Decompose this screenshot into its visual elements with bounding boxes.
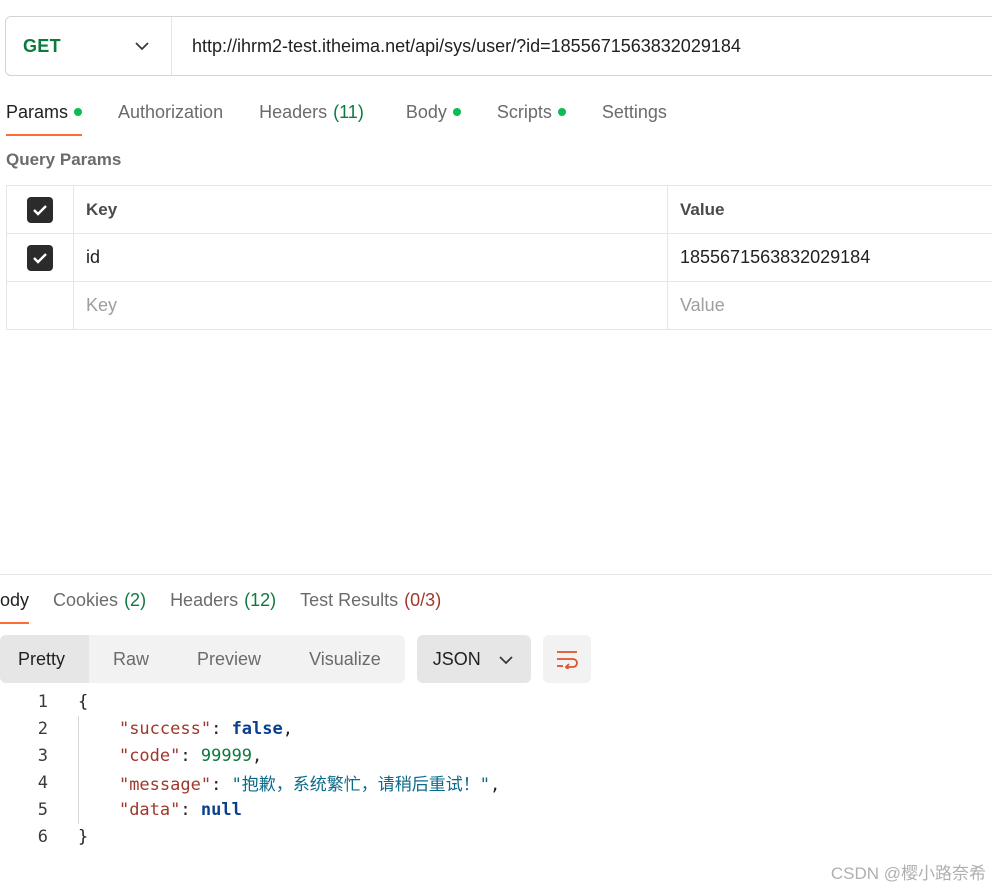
tab-response-body[interactable]: Body bbox=[0, 584, 30, 624]
tab-count: (2) bbox=[124, 590, 147, 610]
wrap-lines-button[interactable] bbox=[542, 635, 591, 683]
code-text: { bbox=[48, 692, 88, 712]
line-number: 6 bbox=[37, 826, 48, 847]
json-value: "抱歉，系统繁忙，请稍后重试！" bbox=[231, 775, 491, 795]
empty-checkbox-cell bbox=[6, 281, 74, 330]
code-line: 2 "success": false, bbox=[0, 715, 992, 742]
tab-label: Params bbox=[6, 102, 69, 122]
json-brace: { bbox=[78, 691, 89, 712]
query-params-table: Key Value id 1855671563832029184 Key Val… bbox=[6, 185, 992, 330]
code-line: 1 { bbox=[0, 688, 992, 715]
tab-cookies[interactable]: Cookies (2) bbox=[53, 584, 146, 624]
code-line: 3 "code": 99999, bbox=[0, 742, 992, 769]
format-select[interactable]: JSON bbox=[416, 635, 531, 683]
status-dot-icon bbox=[452, 108, 461, 116]
code-text: "success": false, bbox=[118, 718, 293, 739]
code-line: 5 "data": null bbox=[0, 796, 992, 823]
tab-body[interactable]: Body bbox=[406, 96, 461, 136]
response-view-bar: Pretty Raw Preview Visualize JSON bbox=[0, 635, 591, 683]
tab-settings[interactable]: Settings bbox=[602, 96, 667, 136]
response-tabs: Body Cookies (2) Headers (12) Test Resul… bbox=[0, 584, 465, 624]
tab-count: (0/3) bbox=[404, 590, 442, 610]
tab-count: (12) bbox=[244, 590, 277, 610]
json-value: false bbox=[231, 718, 283, 739]
view-preview[interactable]: Preview bbox=[173, 635, 285, 683]
table-row-empty: Key Value bbox=[6, 281, 992, 330]
indent-guide bbox=[78, 716, 79, 824]
status-dot-icon bbox=[74, 108, 83, 116]
tab-label: Settings bbox=[601, 102, 667, 122]
tab-authorization[interactable]: Authorization bbox=[118, 96, 223, 136]
method-label: GET bbox=[23, 35, 61, 56]
view-visualize[interactable]: Visualize bbox=[285, 635, 405, 683]
code-text: } bbox=[48, 827, 88, 847]
code-line: 6 } bbox=[0, 823, 992, 850]
tab-scripts[interactable]: Scripts bbox=[497, 96, 566, 136]
json-value: 99999 bbox=[200, 745, 253, 766]
code-text: "code": 99999, bbox=[118, 745, 263, 766]
value-column-header: Value bbox=[667, 185, 992, 234]
param-value-cell[interactable]: 1855671563832029184 bbox=[667, 233, 992, 282]
wrap-lines-icon bbox=[556, 651, 578, 669]
tab-label: Body bbox=[0, 590, 30, 610]
new-value-input[interactable]: Value bbox=[667, 281, 992, 330]
tab-response-headers[interactable]: Headers (12) bbox=[170, 584, 276, 624]
json-brace: } bbox=[78, 826, 89, 847]
tab-label: Scripts bbox=[496, 102, 552, 122]
view-pretty[interactable]: Pretty bbox=[0, 635, 90, 683]
json-key: "data" bbox=[118, 799, 181, 820]
format-label: JSON bbox=[432, 648, 481, 669]
request-url-bar: GET http://ihrm2-test.itheima.net/api/sy… bbox=[5, 16, 992, 76]
line-number: 1 bbox=[37, 691, 48, 712]
row-checkbox[interactable] bbox=[27, 244, 53, 271]
query-params-title: Query Params bbox=[6, 150, 122, 169]
chevron-down-icon bbox=[135, 41, 149, 51]
tab-headers[interactable]: Headers (11) bbox=[259, 96, 364, 136]
status-dot-icon bbox=[557, 108, 566, 116]
checkmark-icon bbox=[33, 252, 47, 264]
tab-label: Authorization bbox=[118, 102, 224, 122]
row-checkbox-cell bbox=[6, 233, 74, 282]
tab-label: Headers bbox=[259, 102, 328, 122]
url-input[interactable]: http://ihrm2-test.itheima.net/api/sys/us… bbox=[172, 36, 741, 57]
response-body-editor[interactable]: 1 { 2 "success": false, 3 "code": 99999,… bbox=[0, 688, 992, 850]
tab-params[interactable]: Params bbox=[6, 96, 83, 136]
code-text: "message": "抱歉，系统繁忙，请稍后重试！", bbox=[118, 775, 501, 795]
tab-label: Headers bbox=[170, 590, 239, 610]
select-all-cell bbox=[6, 185, 74, 234]
tab-count: (11) bbox=[333, 102, 364, 122]
param-key-cell[interactable]: id bbox=[73, 233, 668, 282]
method-select[interactable]: GET bbox=[6, 17, 172, 75]
json-key: "code" bbox=[118, 745, 181, 766]
tab-label: Test Results bbox=[300, 590, 399, 610]
watermark: CSDN @樱小路奈希 bbox=[830, 864, 986, 883]
request-tabs: Params Authorization Headers (11) Body S… bbox=[6, 96, 667, 138]
view-mode-switch: Pretty Raw Preview Visualize bbox=[0, 635, 405, 683]
tab-test-results[interactable]: Test Results (0/3) bbox=[300, 584, 441, 624]
table-header-row: Key Value bbox=[6, 185, 992, 234]
chevron-down-icon bbox=[499, 649, 513, 670]
table-row: id 1855671563832029184 bbox=[6, 233, 992, 282]
line-number: 3 bbox=[37, 745, 48, 766]
view-raw[interactable]: Raw bbox=[89, 635, 173, 683]
json-value: null bbox=[200, 799, 242, 820]
new-key-input[interactable]: Key bbox=[73, 281, 668, 330]
key-column-header: Key bbox=[73, 185, 668, 234]
checkmark-icon bbox=[33, 204, 47, 216]
select-all-checkbox[interactable] bbox=[27, 196, 53, 223]
tab-label: Body bbox=[405, 102, 447, 122]
pane-divider[interactable] bbox=[0, 574, 992, 575]
tab-label: Cookies bbox=[53, 590, 119, 610]
code-line: 4 "message": "抱歉，系统繁忙，请稍后重试！", bbox=[0, 769, 992, 796]
json-key: "message" bbox=[118, 775, 212, 795]
line-number: 4 bbox=[37, 772, 48, 793]
line-number: 5 bbox=[37, 799, 48, 820]
json-key: "success" bbox=[118, 718, 212, 739]
line-number: 2 bbox=[37, 718, 48, 739]
